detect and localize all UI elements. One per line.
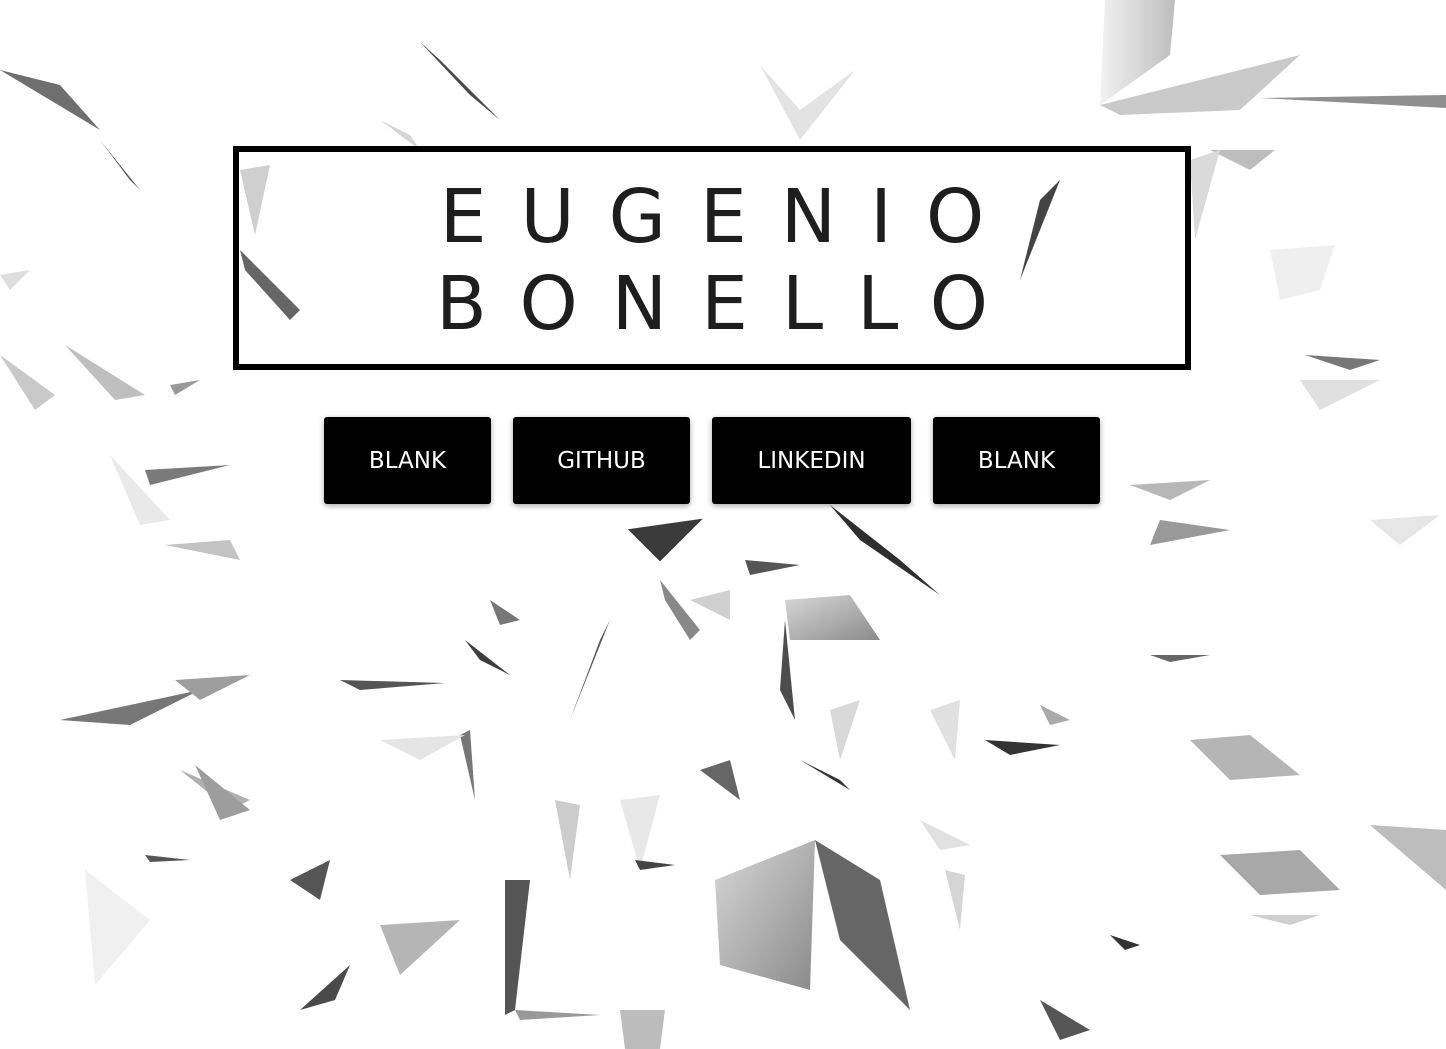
blank-button-2[interactable]: BLANK xyxy=(933,417,1100,504)
name-first-line: EUGENIO xyxy=(439,174,1019,260)
landing-page: EUGENIO BONELLO BLANK GITHUB LINKEDIN BL… xyxy=(0,0,1446,1049)
blank-button-1[interactable]: BLANK xyxy=(324,417,491,504)
name-last-line: BONELLO xyxy=(436,261,1022,347)
github-button[interactable]: GITHUB xyxy=(513,417,690,504)
linkedin-button[interactable]: LINKEDIN xyxy=(712,417,911,504)
name-title-box: EUGENIO BONELLO xyxy=(233,146,1191,370)
